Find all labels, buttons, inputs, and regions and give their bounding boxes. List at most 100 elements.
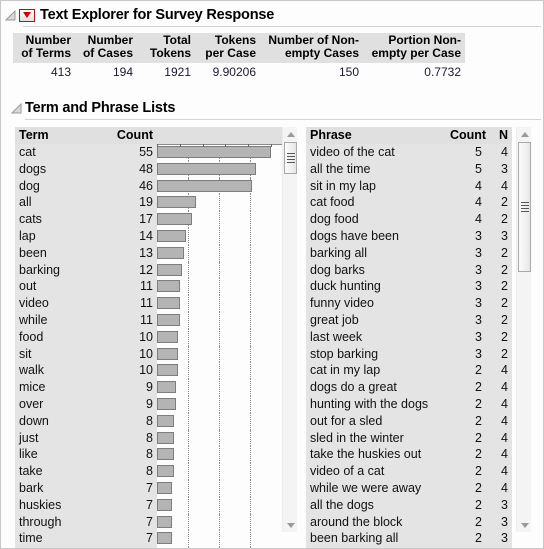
term-frequency-bar[interactable] <box>157 397 176 410</box>
table-row[interactable]: video 11 <box>15 295 282 312</box>
term-list-scrollbar[interactable] <box>282 127 297 532</box>
term-frequency-bar[interactable] <box>157 330 178 343</box>
table-row[interactable]: bark 7 <box>15 479 282 497</box>
table-row[interactable]: dog barks 3 2 <box>306 262 512 279</box>
table-row[interactable]: video of the cat 5 4 <box>306 144 512 161</box>
term-frequency-bar[interactable] <box>157 448 174 461</box>
term-frequency-bar[interactable] <box>157 280 180 293</box>
phrase-column-header[interactable]: Phrase <box>306 127 446 144</box>
disclosure-triangle-icon-2[interactable] <box>11 102 22 114</box>
term-frequency-bar[interactable] <box>157 162 256 175</box>
table-row[interactable]: sit in my lap 4 4 <box>306 178 512 195</box>
table-row[interactable]: dog 46 <box>15 177 282 195</box>
term-frequency-bar[interactable] <box>157 179 252 192</box>
phrase-list-header-row: Phrase Count N <box>306 127 512 144</box>
table-row[interactable]: barking all 3 2 <box>306 245 512 262</box>
term-frequency-bar[interactable] <box>157 297 180 310</box>
red-triangle-menu-button[interactable] <box>19 8 35 22</box>
outline-header-text-explorer[interactable]: Text Explorer for Survey Response <box>5 4 274 26</box>
chart-gridline <box>188 295 190 312</box>
phrase-count-cell: 2 <box>475 380 482 395</box>
table-row[interactable]: all the time 5 3 <box>306 161 512 178</box>
term-scroll-thumb[interactable] <box>284 142 297 174</box>
table-row[interactable]: dog food 4 2 <box>306 211 512 228</box>
table-row[interactable]: take 8 <box>15 463 282 480</box>
table-row[interactable]: cat in my lap 2 4 <box>306 362 512 379</box>
table-row[interactable]: while we were away 2 4 <box>306 480 512 497</box>
table-row[interactable]: cat 55 <box>15 144 282 161</box>
phrase-list-scrollbar[interactable] <box>516 127 531 532</box>
table-row[interactable]: sled in the winter 2 4 <box>306 430 512 447</box>
term-frequency-bar[interactable] <box>157 263 182 276</box>
table-row[interactable]: been 13 <box>15 244 282 262</box>
table-row[interactable]: walk 10 <box>15 362 282 380</box>
term-frequency-bar[interactable] <box>157 465 174 478</box>
table-row[interactable]: video of a cat 2 4 <box>306 463 512 480</box>
table-row[interactable]: out 11 <box>15 278 282 296</box>
table-row[interactable]: stop barking 3 2 <box>306 346 512 363</box>
table-row[interactable]: time 7 <box>15 530 282 548</box>
table-row[interactable]: just 8 <box>15 429 282 447</box>
term-frequency-bar[interactable] <box>157 229 186 242</box>
term-frequency-bar[interactable] <box>157 313 180 326</box>
phrase-count-cell: 2 <box>475 447 482 462</box>
phrase-scroll-down-arrow[interactable] <box>517 518 532 532</box>
term-frequency-bar[interactable] <box>157 481 172 494</box>
table-row[interactable]: been barking all 2 3 <box>306 530 512 547</box>
table-row[interactable]: out for a sled 2 4 <box>306 413 512 430</box>
table-row[interactable]: around the block 2 3 <box>306 514 512 531</box>
term-count-cell: 7 <box>146 514 153 529</box>
chart-gridline <box>250 261 252 279</box>
table-row[interactable]: great job 3 2 <box>306 312 512 329</box>
term-frequency-bar[interactable] <box>157 498 172 511</box>
table-row[interactable]: lap 14 <box>15 227 282 245</box>
phrase-n-column-header[interactable]: N <box>486 127 512 144</box>
term-frequency-bar[interactable] <box>157 532 172 545</box>
term-frequency-bar[interactable] <box>157 414 174 427</box>
term-frequency-bar[interactable] <box>157 364 178 377</box>
term-frequency-bar[interactable] <box>157 146 271 158</box>
table-row[interactable]: barking 12 <box>15 261 282 279</box>
term-frequency-bar[interactable] <box>157 515 172 528</box>
table-row[interactable]: dogs do a great 2 4 <box>306 379 512 396</box>
term-scroll-up-arrow[interactable] <box>283 127 298 141</box>
table-row[interactable]: huskies 7 <box>15 496 282 514</box>
table-row[interactable]: mice 9 <box>15 379 282 396</box>
term-frequency-bar[interactable] <box>157 196 196 209</box>
table-row[interactable]: duck hunting 3 2 <box>306 278 512 295</box>
table-row[interactable]: while 11 <box>15 311 282 329</box>
phrase-list-body[interactable]: video of the cat 5 4 all the time 5 3 sit in m… <box>306 144 512 548</box>
table-row[interactable]: all 19 <box>15 194 282 212</box>
disclosure-triangle-icon[interactable] <box>5 9 16 21</box>
phrase-scroll-up-arrow[interactable] <box>517 127 532 141</box>
table-row[interactable]: last week 3 2 <box>306 329 512 346</box>
term-frequency-bar[interactable] <box>157 381 176 394</box>
table-row[interactable]: dogs have been 3 3 <box>306 228 512 245</box>
term-frequency-bar[interactable] <box>157 431 174 444</box>
table-row[interactable]: hunting with the dogs 2 4 <box>306 396 512 413</box>
phrase-scroll-thumb[interactable] <box>518 142 531 272</box>
table-row[interactable]: all the dogs 2 3 <box>306 497 512 514</box>
table-row[interactable]: cat food 4 2 <box>306 194 512 211</box>
term-frequency-bar[interactable] <box>157 213 192 226</box>
phrase-n-cell: 4 <box>501 464 508 479</box>
table-row[interactable]: cats 17 <box>15 211 282 228</box>
table-row[interactable]: sit 10 <box>15 345 282 363</box>
term-frequency-bar[interactable] <box>157 246 184 259</box>
phrase-count-column-header[interactable]: Count <box>446 127 486 144</box>
table-row[interactable]: take the huskies out 2 4 <box>306 446 512 463</box>
table-row[interactable]: food 10 <box>15 328 282 346</box>
table-row[interactable]: dogs 48 <box>15 160 282 178</box>
phrase-n-cell: 4 <box>501 447 508 462</box>
table-row[interactable]: down 8 <box>15 412 282 430</box>
term-list-body[interactable]: cat 55 dogs 48 dog 46 all 19 cats 17 lap 14 been 13 ba… <box>15 144 282 548</box>
table-row[interactable]: funny video 3 2 <box>306 295 512 312</box>
table-row[interactable]: through 7 <box>15 513 282 531</box>
table-row[interactable]: like 8 <box>15 446 282 464</box>
outline-header-term-and-phrase-lists[interactable]: Term and Phrase Lists <box>11 97 175 119</box>
table-row[interactable]: over 9 <box>15 395 282 413</box>
term-count-column-header[interactable]: Count <box>107 127 157 144</box>
term-frequency-bar[interactable] <box>157 347 178 360</box>
term-column-header[interactable]: Term <box>15 127 107 144</box>
term-scroll-down-arrow[interactable] <box>283 518 298 532</box>
